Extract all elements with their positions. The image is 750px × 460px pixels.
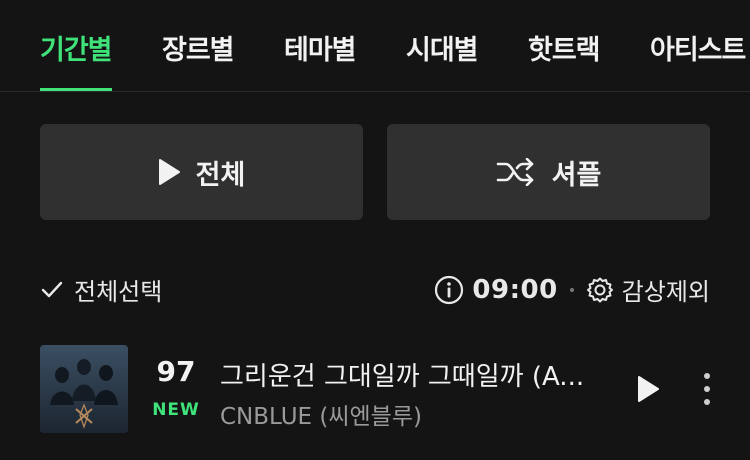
tab-era[interactable]: 시대별 [406,28,479,91]
play-icon [638,376,659,402]
tab-label: 아티스트 [650,35,746,66]
exclude-from-listening-button[interactable]: 감상제외 [622,272,710,307]
more-dot [704,373,710,379]
more-dot [704,386,710,392]
more-vertical-icon[interactable] [695,369,719,409]
play-icon [158,159,180,185]
tab-theme[interactable]: 테마별 [284,28,357,91]
list-options-row: 전체선택 09:00 감상제외 [40,268,710,312]
play-all-button[interactable]: 전체 [40,124,363,220]
tab-label: 테마별 [284,35,357,66]
total-duration: 09:00 [472,274,558,305]
right-options: 09:00 감상제외 [434,272,710,307]
tab-hot-track[interactable]: 핫트랙 [528,28,601,91]
shuffle-button[interactable]: 셔플 [387,124,710,220]
tab-label: 기간별 [40,35,113,66]
info-icon[interactable] [434,275,464,305]
chart-screen: 기간별 장르별 테마별 시대별 핫트랙 아티스트 전체 셔플 전체선택 09:0… [0,0,750,460]
shuffle-label: 셔플 [551,159,602,191]
shuffle-icon [496,158,536,186]
album-art[interactable] [40,345,128,433]
rank-number: 97 [156,355,196,388]
tab-label: 장르별 [162,35,235,66]
tab-period[interactable]: 기간별 [40,28,113,91]
track-row[interactable]: 97 NEW 그리운건 그대일까 그때일까 (A... CNBLUE (씨엔블루… [40,345,730,433]
select-all-toggle[interactable]: 전체선택 [40,272,162,307]
more-dot [704,399,710,405]
track-artist[interactable]: CNBLUE (씨엔블루) [220,397,620,431]
tab-artist[interactable]: 아티스트 [650,28,746,91]
select-all-label: 전체선택 [74,278,163,306]
new-badge: NEW [152,400,200,420]
tab-label: 핫트랙 [528,35,601,66]
active-tab-indicator [40,88,112,91]
tab-label: 시대별 [406,35,479,66]
track-title[interactable]: 그리운건 그대일까 그때일까 (A... [220,356,620,393]
gear-icon [586,276,614,304]
category-tabs: 기간별 장르별 테마별 시대별 핫트랙 아티스트 [0,0,750,92]
check-icon [40,280,64,300]
track-play-button[interactable] [630,371,666,407]
play-all-label: 전체 [195,159,246,191]
separator-dot [569,287,574,292]
tab-genre[interactable]: 장르별 [162,28,235,91]
